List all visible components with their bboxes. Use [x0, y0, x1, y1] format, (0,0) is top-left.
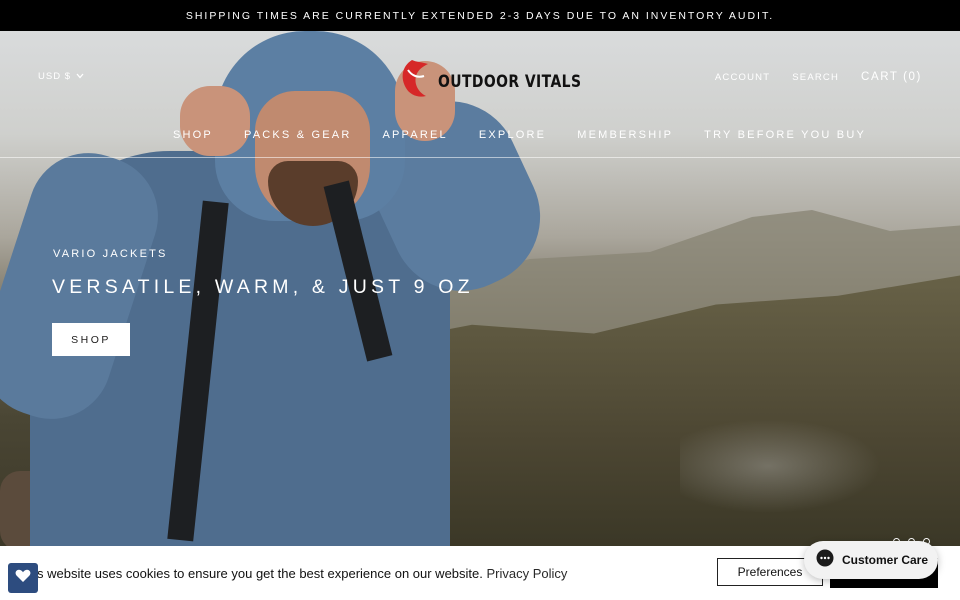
- cart-link[interactable]: CART (0): [861, 71, 922, 83]
- customer-care-chat-button[interactable]: Customer Care: [804, 541, 938, 579]
- logo-text: OUTDOOR VITALS: [438, 71, 582, 92]
- privacy-policy-link[interactable]: Privacy Policy: [487, 566, 568, 581]
- header-divider: [0, 157, 960, 158]
- announcement-bar: SHIPPING TIMES ARE CURRENTLY EXTENDED 2-…: [0, 0, 960, 31]
- nav-item-explore[interactable]: EXPLORE: [479, 129, 546, 141]
- chevron-down-icon: [76, 71, 84, 82]
- nav-item-apparel[interactable]: APPAREL: [382, 129, 447, 141]
- cookie-message: s website uses cookies to ensure you get…: [37, 566, 567, 581]
- nav-item-packs-gear[interactable]: PACKS & GEAR: [244, 129, 352, 141]
- chat-bubble-icon: [816, 549, 834, 572]
- hero-headline: VERSATILE, WARM, & JUST 9 OZ: [52, 276, 474, 298]
- nav-item-membership[interactable]: MEMBERSHIP: [577, 129, 673, 141]
- currency-label: USD $: [38, 71, 71, 82]
- hiker-hand-left: [180, 86, 250, 156]
- nav-item-try-before-you-buy[interactable]: TRY BEFORE YOU BUY: [704, 129, 866, 141]
- customer-care-label: Customer Care: [842, 553, 929, 567]
- announcement-text: SHIPPING TIMES ARE CURRENTLY EXTENDED 2-…: [185, 9, 775, 22]
- nav-item-shop[interactable]: SHOP: [173, 129, 213, 141]
- heart-icon: [15, 569, 31, 588]
- main-navigation: SHOP PACKS & GEAR APPAREL EXPLORE MEMBER…: [173, 129, 866, 141]
- site-logo[interactable]: OUTDOOR VITALS: [398, 58, 613, 105]
- search-link[interactable]: SEARCH: [792, 72, 839, 83]
- hero-eyebrow: VARIO JACKETS: [53, 248, 168, 260]
- currency-selector[interactable]: USD $: [38, 71, 84, 82]
- header-utility-links: ACCOUNT SEARCH CART (0): [715, 71, 922, 83]
- cookie-text: s website uses cookies to ensure you get…: [37, 566, 483, 581]
- wishlist-button[interactable]: [8, 563, 38, 593]
- hero-shop-button[interactable]: SHOP: [52, 323, 130, 356]
- logo-mark-icon: [398, 58, 432, 105]
- account-link[interactable]: ACCOUNT: [715, 72, 770, 83]
- snow-patch: [680, 411, 900, 521]
